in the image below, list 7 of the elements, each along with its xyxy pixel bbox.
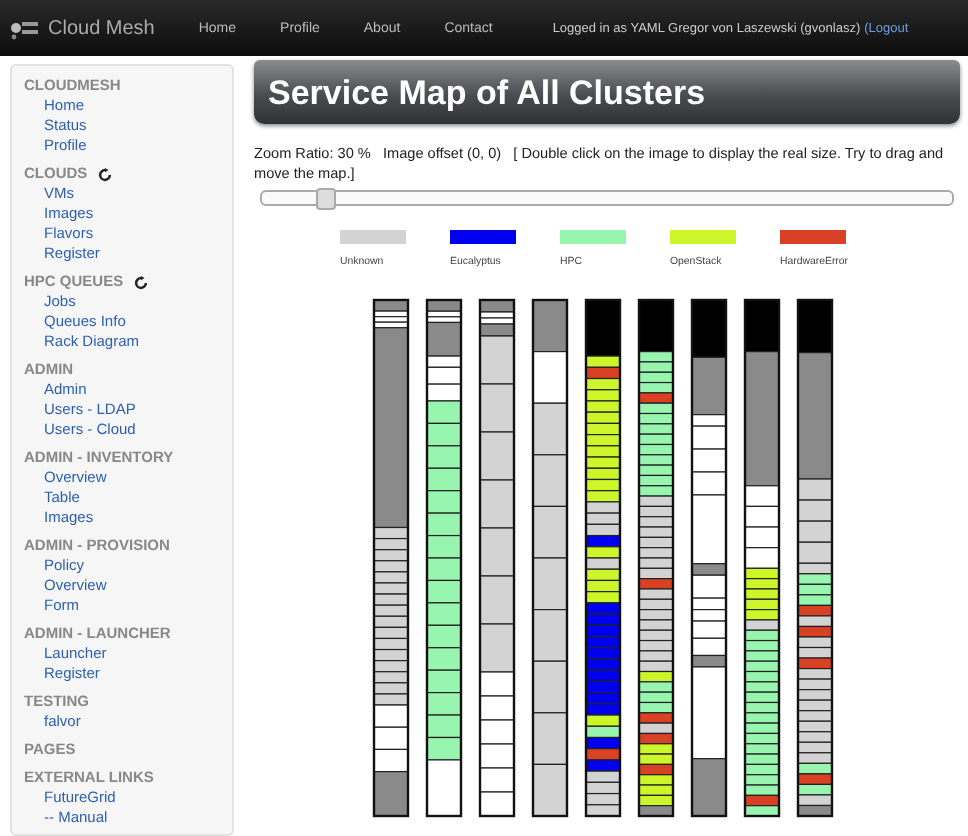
app-brand[interactable]: Cloud Mesh <box>48 17 155 39</box>
loading-spinner-icon <box>133 275 148 289</box>
loading-spinner-icon <box>97 167 112 181</box>
logo-icon <box>10 17 40 39</box>
page-title: Service Map of All Clusters <box>254 60 960 124</box>
zoom-slider[interactable] <box>260 190 954 206</box>
slider-thumb[interactable] <box>316 188 337 210</box>
